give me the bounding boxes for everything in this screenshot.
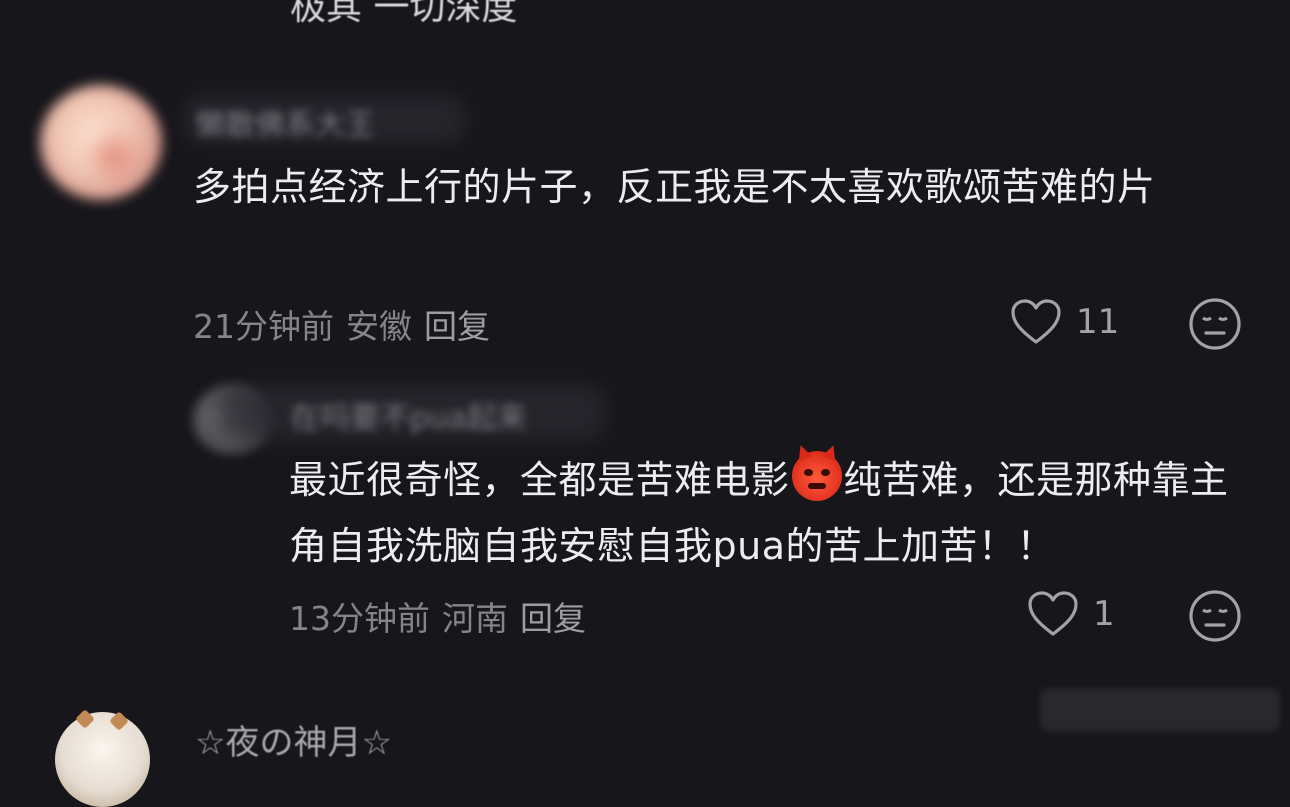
like-button[interactable]: 1 [1027,590,1115,638]
watermark [1040,688,1280,732]
username[interactable]: 在吗要不pua起来 [290,393,526,437]
comment-location: 安徽 [346,307,412,346]
comment-text-part: 最近很奇怪，全都是苦难电影 [289,458,790,502]
comment-time: 13分钟前 [289,599,430,638]
like-count: 11 [1076,302,1120,342]
avatar-shade [80,130,150,185]
dislike-button[interactable] [1188,297,1242,355]
comment-text: 多拍点经济上行的片子，反正我是不太喜欢歌颂苦难的片 [193,165,1156,209]
meh-face-icon [1189,590,1241,642]
angry-devil-emoji-icon [791,451,842,501]
heart-outline-icon [1028,591,1078,636]
meh-face-icon [1189,298,1241,350]
comment-location: 河南 [442,599,508,638]
comment-meta: 13分钟前 河南 回复 [289,592,598,640]
reply-button[interactable]: 回复 [424,307,490,346]
like-button[interactable]: 11 [1010,298,1119,346]
username[interactable]: ☆夜の神月☆ [195,715,392,764]
like-count: 1 [1093,594,1115,634]
reply-button[interactable]: 回复 [520,599,586,638]
comment-meta: 21分钟前 安徽 回复 [193,300,502,348]
comment-time: 21分钟前 [193,307,334,346]
previous-comment-text: 极其 一切深度 [290,0,518,28]
username[interactable]: 懒散佛系大王 [195,100,375,144]
heart-outline-icon [1011,299,1061,344]
comment-text: 最近很奇怪，全都是苦难电影 纯苦难，还是那种靠主角自我洗脑自我安慰自我pua的苦上… [289,447,1259,579]
avatar[interactable] [55,712,150,807]
dislike-button[interactable] [1188,589,1242,647]
